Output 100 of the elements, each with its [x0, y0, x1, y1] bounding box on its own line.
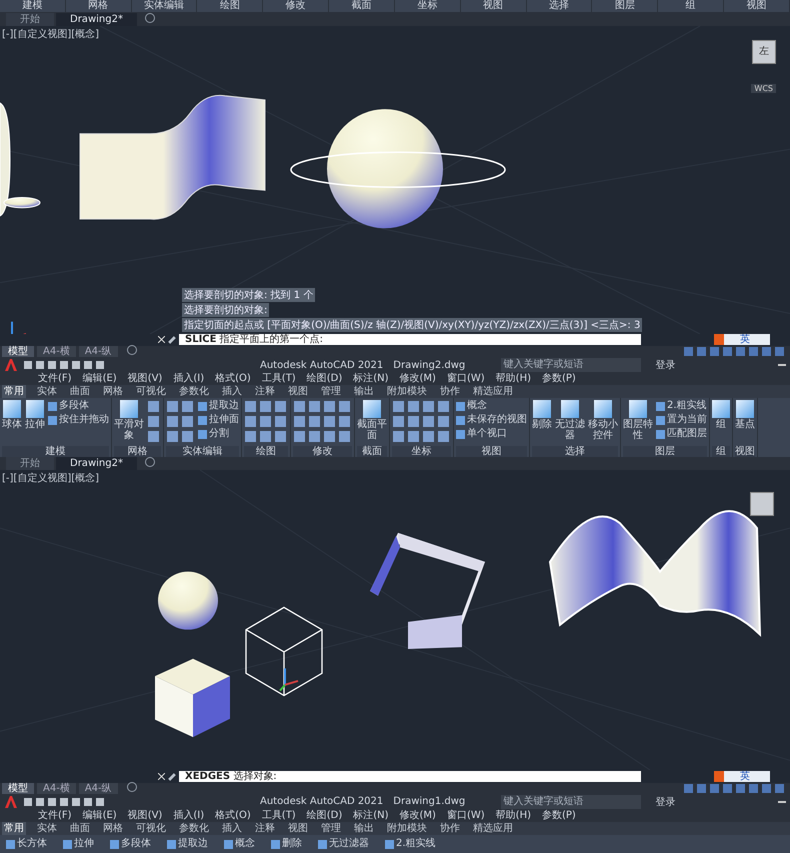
ribbon-item[interactable]: 无过滤器	[318, 838, 369, 850]
ribbon-item[interactable]: 概念	[224, 838, 255, 850]
layout-tab[interactable]: 模型	[2, 346, 34, 358]
menu-item[interactable]: 帮助(H)	[496, 372, 531, 386]
ribbon-tab[interactable]: 注释	[253, 385, 277, 398]
tool-icon[interactable]	[393, 431, 404, 442]
tool-icon[interactable]	[148, 401, 159, 412]
document-tab[interactable]: Drawing2*	[56, 12, 137, 26]
document-tab[interactable]: 开始	[6, 457, 54, 470]
ribbon-tab[interactable]: 网格	[101, 822, 125, 835]
menu-item[interactable]: 工具(T)	[262, 372, 296, 386]
viewcube[interactable]	[750, 492, 774, 516]
ribbon-tab[interactable]: 曲面	[68, 822, 92, 835]
ribbon-tab[interactable]: 参数化	[177, 385, 211, 398]
ribbon-tab[interactable]: 协作	[438, 385, 462, 398]
tool-icon[interactable]	[309, 431, 320, 442]
tool-icon[interactable]	[423, 401, 434, 412]
ribbon-item[interactable]: 长方体	[6, 838, 47, 850]
menu-item[interactable]: 修改(M)	[400, 809, 436, 822]
ribbon-button[interactable]: 平滑对象	[114, 400, 144, 442]
tool-icon[interactable]	[339, 401, 350, 412]
new-layout-icon[interactable]	[126, 345, 137, 356]
command-input-field[interactable]: XEDGES 选择对象:	[179, 771, 641, 782]
panel-title[interactable]: 建模	[2, 446, 109, 458]
tool-icon[interactable]	[324, 416, 335, 428]
menu-item[interactable]: 标注(N)	[353, 372, 389, 386]
ribbon-item[interactable]: 按住并拖动	[48, 414, 109, 426]
panel-title[interactable]: 组	[712, 446, 730, 458]
document-tab[interactable]: Drawing2*	[56, 457, 137, 470]
menu-item[interactable]: 修改(M)	[400, 372, 436, 386]
tool-icon[interactable]	[339, 431, 350, 442]
tool-icon[interactable]	[182, 431, 193, 442]
search-field[interactable]: 键入关键字或短语	[501, 794, 642, 809]
tool-icon[interactable]	[182, 401, 193, 412]
minimize-icon[interactable]	[778, 800, 786, 803]
menu-item[interactable]: 工具(T)	[262, 809, 296, 822]
ribbon-tab[interactable]: 输出	[352, 822, 376, 835]
layout-tab[interactable]: A4-纵	[78, 783, 118, 794]
layout-tab[interactable]: A4-横	[37, 346, 76, 358]
tool-icon[interactable]	[148, 431, 159, 442]
search-field[interactable]: 键入关键字或短语	[501, 358, 642, 372]
app-logo-icon[interactable]	[4, 794, 18, 809]
tool-icon[interactable]	[245, 416, 256, 428]
ime-toolbar[interactable]: 英	[714, 771, 770, 782]
tool-icon[interactable]	[260, 401, 271, 412]
ribbon-item[interactable]: 匹配图层	[656, 428, 707, 440]
layout-tab[interactable]: A4-横	[37, 783, 76, 794]
tool-icon[interactable]	[245, 431, 256, 442]
ribbon-item[interactable]: 拉伸面	[198, 414, 239, 426]
ribbon-tab[interactable]: 实体	[35, 822, 59, 835]
new-tab-icon[interactable]	[144, 12, 155, 23]
ribbon-item[interactable]: 2.粗实线	[656, 400, 707, 412]
menu-item[interactable]: 插入(I)	[173, 809, 204, 822]
ribbon-tab[interactable]: 插入	[220, 385, 244, 398]
viewport-label[interactable]: [-][自定义视图][概念]	[2, 471, 100, 486]
ribbon-tab[interactable]: 可视化	[134, 822, 168, 835]
ribbon-tab[interactable]: 协作	[438, 822, 462, 835]
tool-icon[interactable]	[167, 416, 178, 428]
ribbon-tab[interactable]: 可视化	[134, 385, 168, 398]
ribbon-tab[interactable]: 网格	[101, 385, 125, 398]
menu-item[interactable]: 视图(V)	[128, 372, 162, 386]
ribbon-button[interactable]: 图层特性	[623, 400, 653, 442]
panel-title[interactable]: 绘图	[244, 446, 288, 458]
menu-item[interactable]: 编辑(E)	[82, 372, 117, 386]
tool-icon[interactable]	[294, 416, 305, 428]
tool-icon[interactable]	[408, 431, 419, 442]
menu-item[interactable]: 绘图(D)	[306, 809, 342, 822]
layout-tab[interactable]: A4-纵	[78, 346, 118, 358]
tool-icon[interactable]	[438, 401, 449, 412]
close-icon[interactable]	[158, 773, 165, 780]
panel-title[interactable]: 实体编辑	[166, 446, 239, 458]
tool-icon[interactable]	[408, 401, 419, 412]
viewcube[interactable]: 左	[752, 40, 776, 64]
ribbon-tab[interactable]: 注释	[253, 822, 277, 835]
panel-title[interactable]: 修改	[293, 446, 352, 458]
ribbon-tab[interactable]: 常用	[2, 385, 26, 398]
menu-item[interactable]: 标注(N)	[353, 809, 389, 822]
ribbon-item[interactable]: 多段体	[110, 838, 151, 850]
menu-item[interactable]: 文件(F)	[38, 372, 72, 386]
ribbon-tab[interactable]: 附加模块	[385, 822, 429, 835]
ribbon-tab[interactable]: 输出	[352, 385, 376, 398]
ribbon-tab[interactable]: 精选应用	[471, 385, 515, 398]
tool-icon[interactable]	[393, 401, 404, 412]
ribbon-item[interactable]: 删除	[271, 838, 302, 850]
ribbon-item[interactable]: 单个视口	[456, 428, 527, 440]
document-tab[interactable]: 开始	[6, 12, 54, 26]
ribbon-tab[interactable]: 实体	[35, 385, 59, 398]
ribbon-tab[interactable]: 曲面	[68, 385, 92, 398]
ribbon-tab[interactable]: 管理	[319, 385, 343, 398]
tool-icon[interactable]	[275, 431, 286, 442]
minimize-icon[interactable]	[778, 364, 786, 366]
ribbon-tab[interactable]: 附加模块	[385, 385, 429, 398]
wrench-icon[interactable]	[168, 772, 176, 780]
menu-item[interactable]: 帮助(H)	[496, 809, 531, 822]
ribbon-tab[interactable]: 参数化	[177, 822, 211, 835]
tool-icon[interactable]	[408, 416, 419, 428]
ribbon-item[interactable]: 提取边	[167, 838, 208, 850]
ribbon-item[interactable]: 提取边	[198, 400, 239, 412]
panel-title[interactable]: 图层	[623, 446, 707, 458]
ribbon-tab[interactable]: 精选应用	[471, 822, 515, 835]
